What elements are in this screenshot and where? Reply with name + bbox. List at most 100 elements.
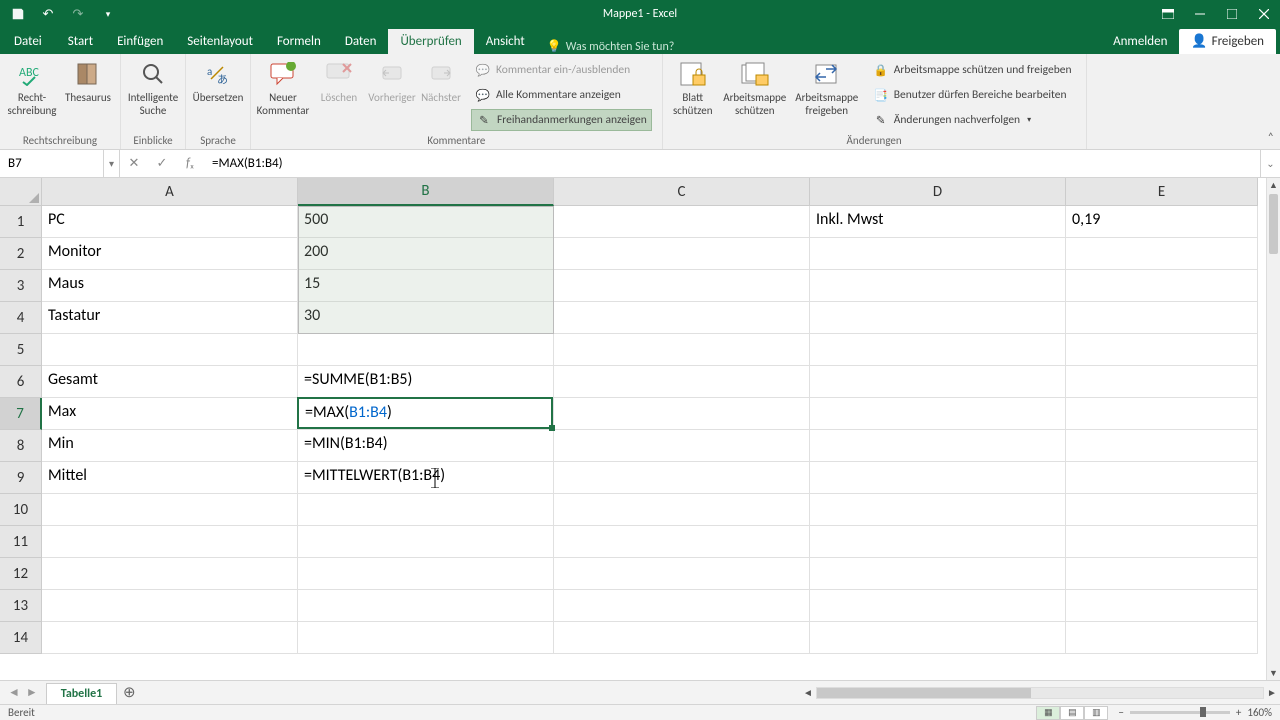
cell-A3[interactable]: Maus <box>42 270 298 302</box>
cell-A13[interactable] <box>42 590 298 622</box>
tab-data[interactable]: Daten <box>333 29 389 54</box>
show-all-comments-button[interactable]: 💬Alle Kommentare anzeigen <box>471 84 652 106</box>
cell-A11[interactable] <box>42 526 298 558</box>
row-header-12[interactable]: 12 <box>0 558 42 590</box>
cell-C13[interactable] <box>554 590 810 622</box>
cell-B9[interactable]: =MITTELWERT(B1:B4) <box>298 462 554 494</box>
scroll-down-button[interactable]: ▼ <box>1267 666 1280 680</box>
cell-C10[interactable] <box>554 494 810 526</box>
protect-share-workbook-button[interactable]: 🔒Arbeitsmappe schützen und freigeben <box>869 59 1076 81</box>
allow-edit-ranges-button[interactable]: 📑Benutzer dürfen Bereiche bearbeiten <box>869 84 1076 106</box>
cell-C5[interactable] <box>554 334 810 366</box>
cell-C14[interactable] <box>554 622 810 654</box>
cell-A5[interactable] <box>42 334 298 366</box>
cell-B11[interactable] <box>298 526 554 558</box>
cell-C12[interactable] <box>554 558 810 590</box>
protect-workbook-button[interactable]: Arbeitsmappe schützen <box>719 56 791 117</box>
cell-A4[interactable]: Tastatur <box>42 302 298 334</box>
row-header-8[interactable]: 8 <box>0 430 42 462</box>
enter-formula-button[interactable]: ✓ <box>148 156 176 171</box>
cell-C9[interactable] <box>554 462 810 494</box>
translate-button[interactable]: aあÜbersetzen <box>190 56 246 105</box>
sign-in-button[interactable]: Anmelden <box>1101 29 1179 54</box>
cell-E4[interactable] <box>1066 302 1258 334</box>
vertical-scrollbar[interactable]: ▲ ▼ <box>1266 178 1280 680</box>
cell-C1[interactable] <box>554 206 810 238</box>
cell-D1[interactable]: Inkl. Mwst <box>810 206 1066 238</box>
cell-A12[interactable] <box>42 558 298 590</box>
cell-D5[interactable] <box>810 334 1066 366</box>
minimize-button[interactable] <box>1184 0 1216 28</box>
cell-E13[interactable] <box>1066 590 1258 622</box>
cell-A7[interactable]: Max <box>42 398 298 430</box>
row-header-5[interactable]: 5 <box>0 334 42 366</box>
cell-D2[interactable] <box>810 238 1066 270</box>
cancel-formula-button[interactable]: ✕ <box>120 156 148 171</box>
zoom-in-button[interactable]: + <box>1236 706 1241 719</box>
save-button[interactable] <box>4 0 32 28</box>
column-headers[interactable]: ABCDE <box>42 178 1266 206</box>
cell-E6[interactable] <box>1066 366 1258 398</box>
vscroll-thumb[interactable] <box>1269 194 1278 254</box>
ribbon-display-options[interactable] <box>1152 0 1184 28</box>
collapse-ribbon-button[interactable]: ˄ <box>1268 131 1274 145</box>
cell-D10[interactable] <box>810 494 1066 526</box>
cell-B3[interactable]: 15 <box>298 270 554 302</box>
redo-button[interactable]: ↷ <box>64 0 92 28</box>
row-header-3[interactable]: 3 <box>0 270 42 302</box>
cell-C7[interactable] <box>554 398 810 430</box>
cell-E14[interactable] <box>1066 622 1258 654</box>
tab-pagelayout[interactable]: Seitenlayout <box>175 29 265 54</box>
scroll-left-button[interactable]: ◄ <box>800 686 816 699</box>
cell-D12[interactable] <box>810 558 1066 590</box>
cell-B6[interactable]: =SUMME(B1:B5) <box>298 366 554 398</box>
hscroll-thumb[interactable] <box>817 688 1031 698</box>
undo-button[interactable]: ↶ <box>34 0 62 28</box>
cell-B7[interactable] <box>298 398 554 430</box>
expand-formula-bar[interactable]: ⌄ <box>1260 150 1280 177</box>
prev-sheet-button[interactable]: ◄ <box>8 685 20 700</box>
tell-me-search[interactable]: 💡Was möchten Sie tun? <box>537 39 685 54</box>
page-break-view-button[interactable]: ▥ <box>1084 706 1108 720</box>
row-header-13[interactable]: 13 <box>0 590 42 622</box>
cell-A10[interactable] <box>42 494 298 526</box>
name-box[interactable] <box>0 150 103 177</box>
cells-area[interactable]: PC500Inkl. Mwst0,19Monitor200Maus15Tasta… <box>42 206 1266 680</box>
cell-B5[interactable] <box>298 334 554 366</box>
row-header-4[interactable]: 4 <box>0 302 42 334</box>
cell-D3[interactable] <box>810 270 1066 302</box>
cell-B2[interactable]: 200 <box>298 238 554 270</box>
tab-formulas[interactable]: Formeln <box>265 29 333 54</box>
cell-D6[interactable] <box>810 366 1066 398</box>
protect-sheet-button[interactable]: Blatt schützen <box>667 56 719 117</box>
tab-insert[interactable]: Einfügen <box>105 29 175 54</box>
cell-E8[interactable] <box>1066 430 1258 462</box>
cell-D14[interactable] <box>810 622 1066 654</box>
show-ink-button[interactable]: ✎Freihandanmerkungen anzeigen <box>471 109 652 131</box>
cell-E7[interactable] <box>1066 398 1258 430</box>
cell-E3[interactable] <box>1066 270 1258 302</box>
insert-function-button[interactable]: fₓ <box>176 156 204 171</box>
cell-C8[interactable] <box>554 430 810 462</box>
cell-E9[interactable] <box>1066 462 1258 494</box>
zoom-slider[interactable] <box>1130 711 1230 714</box>
tab-start[interactable]: Start <box>56 29 105 54</box>
cell-D13[interactable] <box>810 590 1066 622</box>
cell-D9[interactable] <box>810 462 1066 494</box>
spellcheck-button[interactable]: ABCRecht- schreibung <box>4 56 60 117</box>
cell-B4[interactable]: 30 <box>298 302 554 334</box>
zoom-level[interactable]: 160% <box>1247 706 1272 719</box>
cell-B12[interactable] <box>298 558 554 590</box>
close-button[interactable] <box>1248 0 1280 28</box>
horizontal-scrollbar[interactable]: ◄ ► <box>800 681 1280 704</box>
name-box-dropdown[interactable]: ▾ <box>104 150 120 177</box>
cell-B13[interactable] <box>298 590 554 622</box>
row-header-2[interactable]: 2 <box>0 238 42 270</box>
cell-C6[interactable] <box>554 366 810 398</box>
cell-B14[interactable] <box>298 622 554 654</box>
row-header-14[interactable]: 14 <box>0 622 42 654</box>
cell-A9[interactable]: Mittel <box>42 462 298 494</box>
column-header-B[interactable]: B <box>298 178 554 206</box>
share-workbook-button[interactable]: Arbeitsmappe freigeben <box>791 56 863 117</box>
cell-A6[interactable]: Gesamt <box>42 366 298 398</box>
